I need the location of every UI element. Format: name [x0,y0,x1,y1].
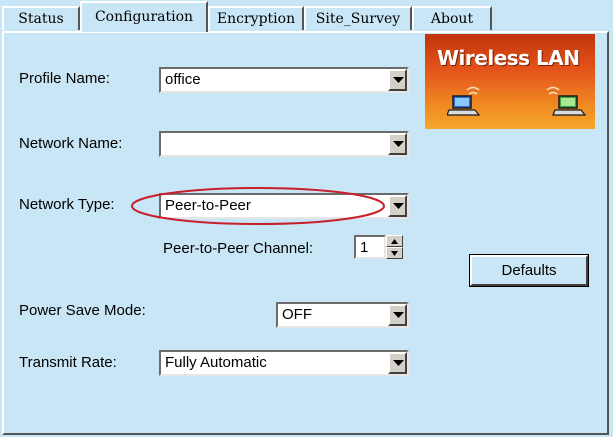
transmit-rate-label: Transmit Rate: [19,354,117,371]
channel-up-button[interactable] [386,235,403,247]
transmit-rate-dropdown-button[interactable] [388,352,407,374]
network-name-dropdown-button[interactable] [388,133,407,155]
chevron-up-icon [391,239,398,244]
network-type-dropdown-button[interactable] [388,195,407,217]
chevron-down-icon [393,77,404,83]
chevron-down-icon [391,251,398,256]
laptop-icon-left [447,86,481,116]
tab-status[interactable]: Status [2,6,80,30]
network-type-label: Network Type: [19,196,115,213]
channel-down-button[interactable] [386,247,403,259]
chevron-down-icon [393,141,404,147]
tab-site-survey[interactable]: Site_Survey [304,6,412,30]
profile-name-value: office [165,71,201,88]
tab-about[interactable]: About [412,6,492,30]
laptop-icon-right [546,86,587,116]
profile-name-dropdown-button[interactable] [388,69,407,91]
network-name-label: Network Name: [19,135,123,152]
chevron-down-icon [393,312,404,318]
channel-spinner [386,235,403,259]
profile-name-combo[interactable]: office [159,67,409,93]
logo-text: Wireless LAN [437,46,580,70]
channel-value: 1 [360,239,369,256]
power-save-label: Power Save Mode: [19,302,146,319]
transmit-rate-value: Fully Automatic [165,354,267,371]
transmit-rate-combo[interactable]: Fully Automatic [159,350,409,376]
network-name-combo[interactable] [159,131,409,157]
highlight-ellipse [131,187,385,225]
tab-encryption[interactable]: Encryption [208,6,304,30]
chevron-down-icon [393,203,404,209]
power-save-combo[interactable]: OFF [276,302,409,328]
wireless-lan-logo: Wireless LAN [425,34,595,129]
power-save-value: OFF [282,306,312,323]
chevron-down-icon [393,360,404,366]
channel-spinner-input[interactable]: 1 [354,235,386,259]
tab-configuration[interactable]: Configuration [80,1,208,32]
tab-strip: Status Configuration Encryption Site_Sur… [0,0,613,32]
channel-label: Peer-to-Peer Channel: [163,240,314,257]
power-save-dropdown-button[interactable] [388,304,407,326]
profile-name-label: Profile Name: [19,70,110,87]
defaults-button[interactable]: Defaults [469,254,589,287]
